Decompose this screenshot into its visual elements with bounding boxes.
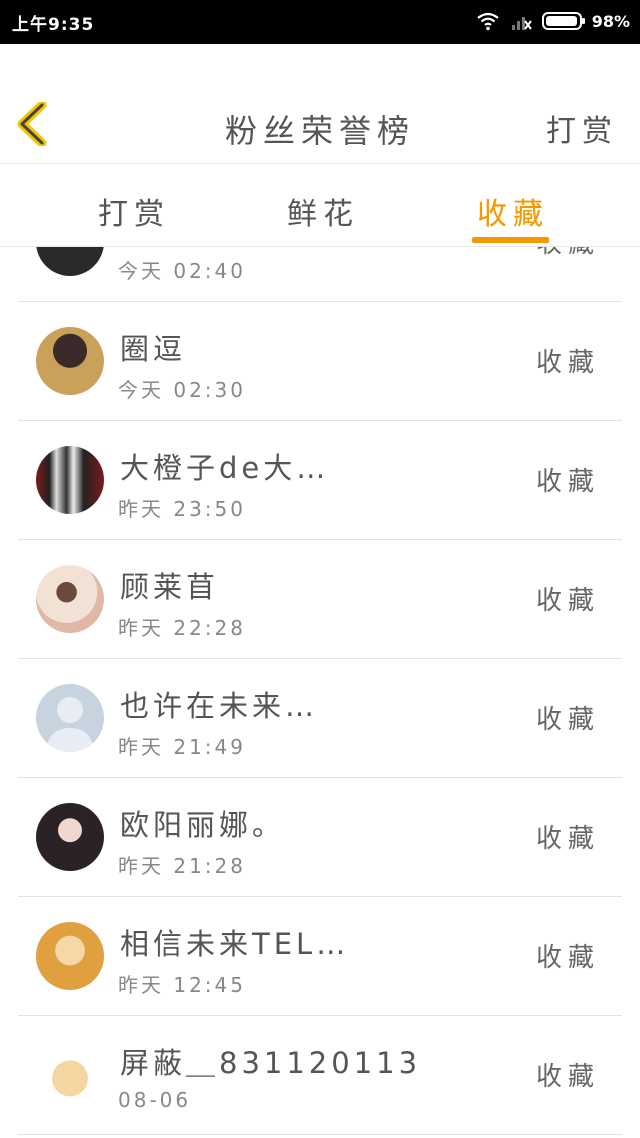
list-item[interactable]: 顾莱苜 昨天 22:28 收藏 [0,540,640,659]
avatar [36,803,104,871]
reward-button[interactable]: 打赏 [546,106,618,150]
avatar [36,565,104,633]
item-action: 收藏 [535,467,600,497]
item-time: 昨天 22:28 [118,616,246,640]
item-action: 收藏 [535,348,600,378]
item-time: 昨天 12:45 [118,973,246,997]
list-item[interactable]: 相信未来TEL… 昨天 12:45 收藏 [0,897,640,1016]
item-time: 昨天 21:49 [118,735,246,759]
item-action: 收藏 [535,824,600,854]
avatar [36,1041,104,1109]
tab-bar: 打赏 鲜花 收藏 [0,165,640,247]
avatar [36,327,104,395]
item-action: 收藏 [535,1062,600,1092]
item-time: 今天 02:30 [118,378,246,402]
tab-flowers[interactable]: 鲜花 [287,189,359,233]
item-time: 今天 02:40 [118,259,246,283]
item-action: 收藏 [535,586,600,616]
battery-icon [541,12,585,30]
tab-favorites[interactable]: 收藏 [477,189,549,233]
user-name: 大橙子de大… [120,451,330,485]
list-item[interactable]: 圈逗 今天 02:30 收藏 [0,302,640,421]
default-avatar-icon [46,697,94,752]
avatar [36,922,104,990]
avatar [36,684,104,752]
item-time: 昨天 23:50 [118,497,246,521]
battery-text: 98% [591,11,630,31]
user-name: 圈逗 [120,332,187,366]
status-time: 上午9:35 [12,15,95,35]
avatar [36,247,104,276]
list-item[interactable]: 屏蔽＿831120113 08-06 收藏 [0,1016,640,1135]
list-item[interactable]: 大橙子de大… 昨天 23:50 收藏 [0,421,640,540]
user-name: 也许在未来… [120,689,319,723]
user-name: 欧阳丽娜。 [120,808,286,842]
tab-reward[interactable]: 打赏 [98,189,170,233]
item-time: 08-06 [118,1088,192,1112]
wifi-icon [477,12,499,31]
item-action: 收藏 [535,943,600,973]
item-action: 收藏 [535,705,600,735]
user-name: 顾莱苜 [120,570,220,604]
list-item[interactable]: 也许在未来… 昨天 21:49 收藏 [0,659,640,778]
user-name: 相信未来TEL… [120,927,350,961]
title-bar: 粉丝荣誉榜 打赏 [0,44,640,164]
signal-icon [511,17,532,30]
list-item[interactable]: 今天 02:40 收藏 [0,247,640,302]
page-title: 粉丝荣誉榜 [224,112,415,150]
item-time: 昨天 21:28 [118,854,246,878]
user-name: 屏蔽＿831120113 [120,1046,422,1080]
tab-indicator [472,237,549,243]
battery-level [545,16,577,26]
list-item[interactable]: 欧阳丽娜。 昨天 21:28 收藏 [0,778,640,897]
divider [18,1134,622,1135]
item-action: 收藏 [536,247,600,260]
status-icons: 98% [476,9,630,33]
status-bar: 上午9:35 98% [0,0,640,44]
avatar [36,446,104,514]
fan-list[interactable]: 今天 02:40 收藏 圈逗 今天 02:30 收藏 大橙子de大… 昨天 23… [0,247,640,1138]
